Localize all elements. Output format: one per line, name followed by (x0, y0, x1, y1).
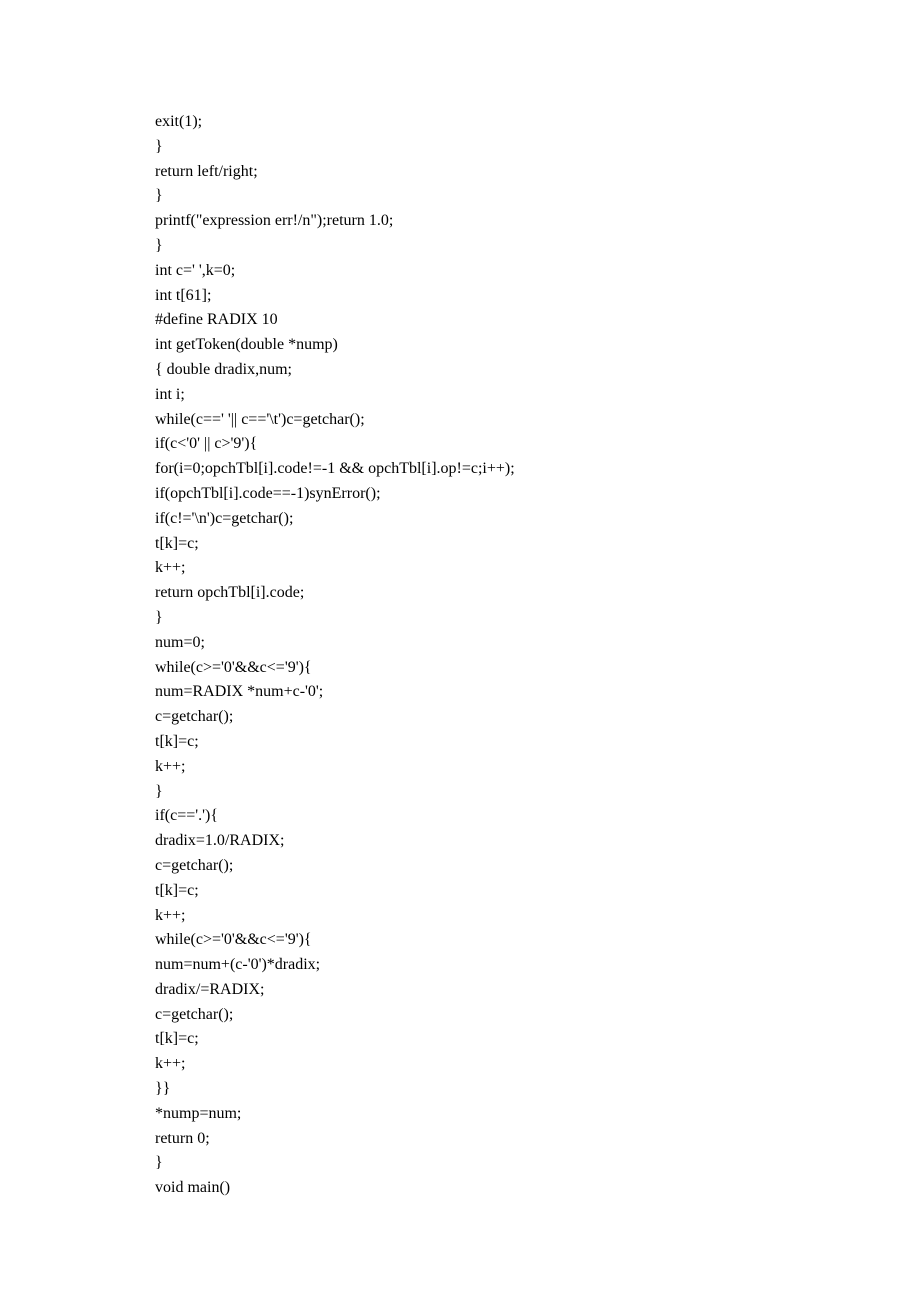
code-line: int t[61]; (155, 284, 920, 309)
code-line: #define RADIX 10 (155, 308, 920, 333)
code-line: printf("expression err!/n");return 1.0; (155, 209, 920, 234)
code-line: exit(1); (155, 110, 920, 135)
code-line: t[k]=c; (155, 532, 920, 557)
code-line: num=0; (155, 631, 920, 656)
code-line: num=num+(c-'0')*dradix; (155, 953, 920, 978)
code-line: while(c>='0'&&c<='9'){ (155, 656, 920, 681)
code-line: int getToken(double *nump) (155, 333, 920, 358)
code-line: dradix=1.0/RADIX; (155, 829, 920, 854)
code-line: k++; (155, 1052, 920, 1077)
code-line: if(c<'0' || c>'9'){ (155, 432, 920, 457)
code-line: return 0; (155, 1127, 920, 1152)
code-line: { double dradix,num; (155, 358, 920, 383)
code-line: if(c=='.'){ (155, 804, 920, 829)
code-line: } (155, 780, 920, 805)
code-line: t[k]=c; (155, 730, 920, 755)
code-line: num=RADIX *num+c-'0'; (155, 680, 920, 705)
code-line: k++; (155, 556, 920, 581)
code-line: t[k]=c; (155, 879, 920, 904)
code-line: dradix/=RADIX; (155, 978, 920, 1003)
code-line: }} (155, 1077, 920, 1102)
code-line: void main() (155, 1176, 920, 1201)
code-line: return left/right; (155, 160, 920, 185)
code-line: } (155, 135, 920, 160)
code-line: while(c>='0'&&c<='9'){ (155, 928, 920, 953)
code-line: if(opchTbl[i].code==-1)synError(); (155, 482, 920, 507)
code-line: } (155, 234, 920, 259)
code-line: return opchTbl[i].code; (155, 581, 920, 606)
code-line: if(c!='\n')c=getchar(); (155, 507, 920, 532)
code-line: k++; (155, 904, 920, 929)
code-line: *nump=num; (155, 1102, 920, 1127)
code-document-page: exit(1);}return left/right;}printf("expr… (0, 0, 920, 1281)
code-line: int c=' ',k=0; (155, 259, 920, 284)
code-line: } (155, 606, 920, 631)
code-line: while(c==' '|| c=='\t')c=getchar(); (155, 408, 920, 433)
code-line: for(i=0;opchTbl[i].code!=-1 && opchTbl[i… (155, 457, 920, 482)
code-line: } (155, 1151, 920, 1176)
code-line: c=getchar(); (155, 1003, 920, 1028)
code-line: int i; (155, 383, 920, 408)
code-line: c=getchar(); (155, 854, 920, 879)
code-line: c=getchar(); (155, 705, 920, 730)
code-line: k++; (155, 755, 920, 780)
code-line: } (155, 184, 920, 209)
code-line: t[k]=c; (155, 1027, 920, 1052)
